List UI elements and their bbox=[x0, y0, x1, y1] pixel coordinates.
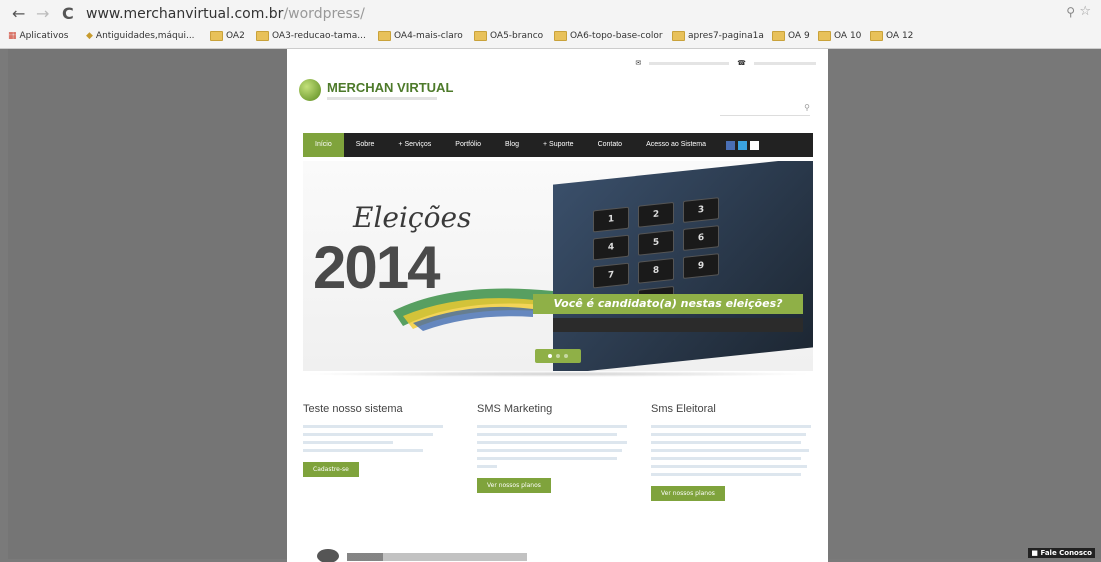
folder-icon bbox=[210, 31, 223, 41]
site-logo[interactable]: MERCHAN VIRTUAL bbox=[299, 79, 453, 101]
menu-item-inicio[interactable]: Início bbox=[303, 133, 344, 157]
key-4: 4 bbox=[593, 234, 629, 261]
key-5: 5 bbox=[638, 229, 674, 256]
key-1: 1 bbox=[593, 206, 629, 233]
slide-year: 2014 bbox=[313, 234, 440, 301]
bookmark-oa4[interactable]: OA4-mais-claro bbox=[378, 31, 463, 41]
google-icon[interactable] bbox=[750, 140, 760, 150]
menu-item-portfolio[interactable]: Portfólio bbox=[443, 133, 493, 157]
ballot-keypad-image: 1 2 3 4 5 6 7 8 9 0 bbox=[553, 161, 813, 371]
folder-icon bbox=[256, 31, 269, 41]
url-path: /wordpress/ bbox=[283, 6, 365, 22]
ver-planos-button[interactable]: Ver nossos planos bbox=[477, 478, 551, 493]
menu-item-contato[interactable]: Contato bbox=[586, 133, 635, 157]
bookmark-oa12[interactable]: OA 12 bbox=[870, 31, 913, 41]
key-2: 2 bbox=[638, 201, 674, 228]
folder-icon bbox=[818, 31, 831, 41]
feature-title: Teste nosso sistema bbox=[303, 403, 403, 415]
logo-mark-icon bbox=[299, 79, 321, 101]
apps-grid-icon: ▦ bbox=[8, 31, 17, 41]
slide-banner: Você é candidato(a) nestas eleições? bbox=[533, 294, 803, 314]
facebook-icon[interactable] bbox=[726, 140, 736, 150]
bookmark-oa9[interactable]: OA 9 bbox=[772, 31, 810, 41]
menu-item-blog[interactable]: Blog bbox=[493, 133, 531, 157]
hero-slider[interactable]: 1 2 3 4 5 6 7 8 9 0 ​ Eleições 2014 Você… bbox=[303, 161, 813, 371]
twitter-icon[interactable] bbox=[738, 140, 748, 150]
contact-info: ✉ ☎ bbox=[635, 59, 816, 67]
feature-title: SMS Marketing bbox=[477, 403, 553, 415]
bookmark-antiguidades[interactable]: ◆ Antiguidades,máqui... bbox=[86, 31, 195, 41]
forward-arrow-icon[interactable]: → bbox=[36, 4, 49, 23]
bookmark-oa10[interactable]: OA 10 bbox=[818, 31, 861, 41]
feature-text bbox=[477, 425, 627, 468]
folder-icon bbox=[772, 31, 785, 41]
page-background-left bbox=[8, 49, 287, 559]
feature-column: SMS Marketing Ver nossos planos bbox=[477, 403, 627, 493]
page-background-right bbox=[828, 49, 1101, 559]
back-arrow-icon[interactable]: ← bbox=[12, 4, 25, 23]
folder-icon bbox=[378, 31, 391, 41]
slider-shadow bbox=[303, 371, 813, 377]
website-page: ✉ ☎ MERCHAN VIRTUAL ⚲ Início Sobre + Ser… bbox=[287, 49, 828, 562]
slider-dot[interactable] bbox=[548, 354, 552, 358]
menu-item-acesso[interactable]: Acesso ao Sistema bbox=[634, 133, 718, 157]
bookmark-oa2[interactable]: OA2 bbox=[210, 31, 245, 41]
slider-dot[interactable] bbox=[564, 354, 568, 358]
next-section-peek bbox=[317, 549, 557, 562]
section-icon bbox=[317, 549, 339, 562]
menu-item-suporte[interactable]: + Suporte bbox=[531, 133, 586, 157]
menu-item-servicos[interactable]: + Serviços bbox=[386, 133, 443, 157]
key-8: 8 bbox=[638, 257, 674, 284]
social-links bbox=[726, 140, 760, 150]
folder-icon bbox=[672, 31, 685, 41]
bookmark-oa3[interactable]: OA3-reducao-tama... bbox=[256, 31, 366, 41]
folder-icon bbox=[870, 31, 883, 41]
feature-text bbox=[651, 425, 811, 476]
slider-pagination[interactable] bbox=[535, 349, 581, 363]
feature-title: Sms Eleitoral bbox=[651, 403, 716, 415]
folder-icon bbox=[554, 31, 567, 41]
bookmarks-bar: ▦ Aplicativos ◆ Antiguidades,máqui... OA2 … bbox=[0, 28, 1101, 49]
bookmark-oa5[interactable]: OA5-branco bbox=[474, 31, 543, 41]
star-icon[interactable]: ☆ bbox=[1079, 4, 1091, 19]
bookmark-apps[interactable]: ▦ Aplicativos bbox=[8, 31, 68, 41]
key-7: 7 bbox=[593, 262, 629, 289]
cadastre-se-button[interactable]: Cadastre-se bbox=[303, 462, 359, 477]
main-menu: Início Sobre + Serviços Portfólio Blog +… bbox=[303, 133, 813, 157]
feature-text bbox=[303, 425, 453, 452]
address-bar[interactable]: www.merchanvirtual.com.br/wordpress/ bbox=[86, 4, 1066, 24]
logo-tagline bbox=[327, 97, 437, 100]
reload-icon[interactable]: C bbox=[62, 4, 74, 23]
folder-icon bbox=[474, 31, 487, 41]
bookmark-oa6[interactable]: OA6-topo-base-color bbox=[554, 31, 663, 41]
chat-icon: ■ bbox=[1031, 549, 1039, 557]
url-host: www.merchanvirtual.com.br bbox=[86, 6, 284, 22]
site-search[interactable]: ⚲ bbox=[720, 103, 810, 116]
phone-icon: ☎ bbox=[737, 59, 746, 67]
feature-column: Sms Eleitoral Ver nossos planos bbox=[651, 403, 811, 501]
browser-toolbar: ← → C www.merchanvirtual.com.br/wordpres… bbox=[0, 0, 1101, 28]
email-text bbox=[649, 61, 730, 65]
bookmark-apres7[interactable]: apres7-pagina1a bbox=[672, 31, 764, 41]
key-3: 3 bbox=[683, 197, 719, 223]
site-favicon: ◆ bbox=[86, 31, 93, 41]
phone-text bbox=[754, 61, 816, 65]
fale-conosco-button[interactable]: ■ Fale Conosco bbox=[1028, 548, 1095, 558]
search-icon[interactable]: ⚲ bbox=[1066, 5, 1075, 19]
logo-text: MERCHAN VIRTUAL bbox=[327, 80, 454, 95]
slide-title: Eleições bbox=[353, 201, 472, 234]
email-icon: ✉ bbox=[635, 59, 642, 67]
search-icon[interactable]: ⚲ bbox=[804, 103, 810, 112]
slider-dot[interactable] bbox=[556, 354, 560, 358]
ver-planos-eleitoral-button[interactable]: Ver nossos planos bbox=[651, 486, 725, 501]
feature-column: Teste nosso sistema Cadastre-se bbox=[303, 403, 453, 477]
slide-subtitle bbox=[553, 318, 803, 332]
menu-item-sobre[interactable]: Sobre bbox=[344, 133, 387, 157]
key-9: 9 bbox=[683, 253, 719, 279]
key-6: 6 bbox=[683, 225, 719, 251]
